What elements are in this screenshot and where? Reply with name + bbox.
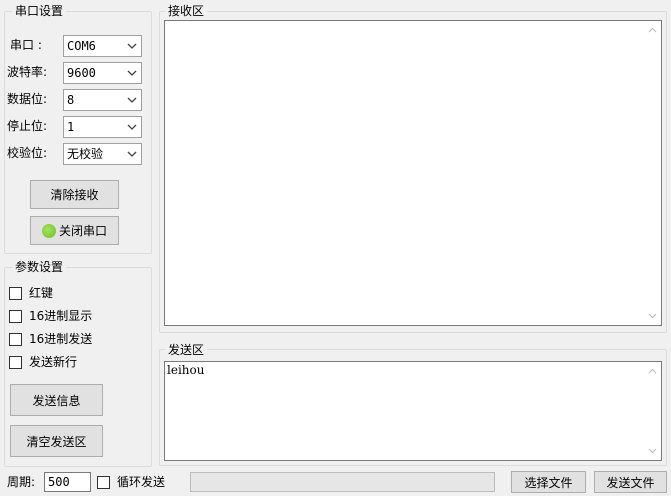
chevron-down-icon — [127, 150, 137, 158]
port-label: 串口 : — [10, 38, 42, 52]
clear-send-button[interactable]: 清空发送区 — [10, 425, 103, 457]
chevron-down-icon — [127, 96, 137, 104]
hex-send-checkbox[interactable] — [9, 333, 22, 346]
clear-receive-button[interactable]: 清除接收 — [30, 180, 119, 209]
parity-select[interactable]: 无校验 — [63, 143, 142, 165]
stopbits-label: 停止位: — [7, 119, 48, 133]
port-value: COM6 — [67, 39, 96, 53]
send-title: 发送区 — [165, 343, 208, 357]
send-info-button[interactable]: 发送信息 — [10, 384, 103, 416]
send-file-button[interactable]: 发送文件 — [594, 471, 667, 493]
databits-select[interactable]: 8 — [63, 89, 142, 111]
close-port-button[interactable]: 关闭串口 — [30, 216, 119, 245]
hex-display-checkbox[interactable] — [9, 310, 22, 323]
chevron-down-icon — [127, 123, 137, 131]
hex-display-label: 16进制显示 — [29, 309, 93, 323]
red-key-label: 红键 — [29, 286, 54, 300]
close-port-label: 关闭串口 — [58, 224, 107, 238]
send-newline-label: 发送新行 — [29, 355, 78, 369]
red-key-checkbox[interactable] — [9, 287, 22, 300]
serial-settings-title: 串口设置 — [12, 4, 67, 18]
baud-value: 9600 — [67, 66, 96, 80]
baud-select[interactable]: 9600 — [63, 62, 142, 84]
chevron-down-icon — [127, 42, 137, 50]
period-label: 周期: — [7, 475, 36, 489]
chevron-down-icon — [127, 69, 137, 77]
clear-receive-label: 清除接收 — [50, 188, 99, 202]
select-file-button[interactable]: 选择文件 — [511, 471, 586, 493]
send-info-label: 发送信息 — [32, 393, 81, 408]
scroll-up-icon[interactable] — [648, 27, 657, 33]
params-title: 参数设置 — [12, 260, 67, 274]
receive-title: 接收区 — [165, 4, 208, 18]
scroll-down-icon[interactable] — [648, 448, 657, 454]
port-select[interactable]: COM6 — [63, 35, 142, 57]
send-textarea[interactable]: leihou — [164, 361, 662, 461]
stopbits-value: 1 — [67, 120, 75, 134]
send-scrollbar[interactable] — [644, 362, 661, 460]
send-file-label: 发送文件 — [606, 475, 655, 490]
receive-scrollbar[interactable] — [644, 21, 661, 325]
send-content: leihou — [167, 363, 205, 377]
parity-label: 校验位: — [7, 146, 48, 160]
receive-textarea[interactable] — [164, 20, 662, 326]
stopbits-select[interactable]: 1 — [63, 116, 142, 138]
databits-label: 数据位: — [7, 92, 48, 106]
databits-value: 8 — [67, 93, 75, 107]
parity-value: 无校验 — [67, 147, 104, 161]
loop-send-checkbox[interactable] — [97, 476, 110, 489]
send-newline-checkbox[interactable] — [9, 356, 22, 369]
hex-send-label: 16进制发送 — [29, 332, 93, 346]
send-progress-bar — [190, 472, 495, 492]
baud-label: 波特率: — [7, 65, 48, 79]
select-file-label: 选择文件 — [524, 475, 573, 490]
scroll-down-icon[interactable] — [648, 313, 657, 319]
period-input[interactable]: 500 — [44, 472, 91, 492]
status-led-icon — [41, 223, 56, 238]
clear-send-label: 清空发送区 — [26, 434, 87, 449]
loop-send-label: 循环发送 — [117, 475, 166, 489]
scroll-up-icon[interactable] — [648, 368, 657, 374]
